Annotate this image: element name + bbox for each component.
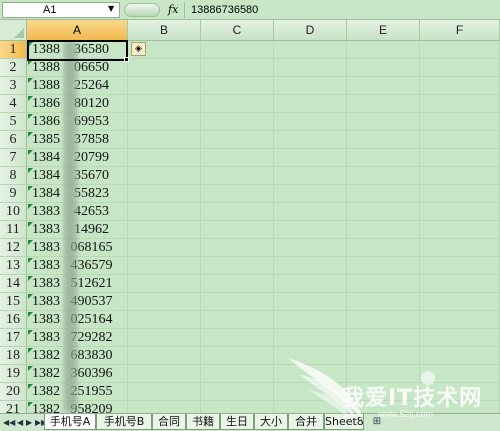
- row-header[interactable]: 20: [0, 383, 27, 401]
- number-as-text-warning-icon: [28, 132, 33, 137]
- sheet-tab[interactable]: 生日: [220, 414, 254, 430]
- row-header[interactable]: 17: [0, 329, 27, 347]
- name-box[interactable]: A1: [2, 2, 120, 18]
- number-as-text-warning-icon: [28, 384, 33, 389]
- row-header[interactable]: 14: [0, 275, 27, 293]
- select-all-button[interactable]: [0, 20, 27, 41]
- number-as-text-warning-icon: [28, 204, 33, 209]
- active-cell-border: [27, 40, 128, 61]
- number-as-text-warning-icon: [28, 258, 33, 263]
- column-header-d[interactable]: D: [274, 20, 347, 41]
- number-as-text-warning-icon: [28, 402, 33, 407]
- row-header[interactable]: 2: [0, 59, 27, 77]
- sheet-tab[interactable]: 合同: [152, 414, 186, 430]
- sheet-tab[interactable]: 合并: [288, 414, 324, 430]
- number-as-text-warning-icon: [28, 186, 33, 191]
- column-header-a[interactable]: A: [27, 20, 128, 41]
- watermark-url: www.52ij.com: [378, 409, 434, 419]
- row-header[interactable]: 6: [0, 131, 27, 149]
- number-as-text-warning-icon: [28, 276, 33, 281]
- sheet-tab[interactable]: 手机号A: [44, 414, 96, 430]
- number-as-text-warning-icon: [28, 222, 33, 227]
- sheet-tab[interactable]: 大小: [254, 414, 288, 430]
- column-header-c[interactable]: C: [201, 20, 274, 41]
- row-header[interactable]: 11: [0, 221, 27, 239]
- number-as-text-warning-icon: [28, 294, 33, 299]
- number-as-text-warning-icon: [28, 96, 33, 101]
- watermark-text: 我爱IT技术网: [342, 386, 483, 411]
- row-header[interactable]: 1: [0, 41, 27, 59]
- sheet-tab[interactable]: 手机号B: [96, 414, 152, 430]
- row-header[interactable]: 5: [0, 113, 27, 131]
- row-header[interactable]: 19: [0, 365, 27, 383]
- next-sheet-icon[interactable]: ▶: [26, 418, 32, 428]
- formula-input[interactable]: 13886736580: [184, 2, 500, 18]
- formula-bar-splitter[interactable]: [124, 3, 160, 17]
- column-header-e[interactable]: E: [347, 20, 420, 41]
- column-header-b[interactable]: B: [128, 20, 201, 41]
- error-options-icon[interactable]: ◈: [131, 42, 146, 56]
- row-header[interactable]: 8: [0, 167, 27, 185]
- prev-sheet-icon[interactable]: ◀: [17, 418, 23, 428]
- formula-bar: A1 ▼ fx 13886736580: [0, 0, 500, 20]
- row-header[interactable]: 18: [0, 347, 27, 365]
- number-as-text-warning-icon: [28, 366, 33, 371]
- row-header[interactable]: 10: [0, 203, 27, 221]
- grid-line: [127, 41, 128, 413]
- number-as-text-warning-icon: [28, 168, 33, 173]
- number-as-text-warning-icon: [28, 348, 33, 353]
- fill-handle[interactable]: [124, 57, 129, 62]
- row-header[interactable]: 3: [0, 77, 27, 95]
- row-header[interactable]: 13: [0, 257, 27, 275]
- row-header[interactable]: 7: [0, 149, 27, 167]
- number-as-text-warning-icon: [28, 78, 33, 83]
- number-as-text-warning-icon: [28, 150, 33, 155]
- number-as-text-warning-icon: [28, 240, 33, 245]
- sheet-tab[interactable]: 书籍: [186, 414, 220, 430]
- first-sheet-icon[interactable]: ◀◀: [3, 418, 15, 428]
- row-header[interactable]: 9: [0, 185, 27, 203]
- number-as-text-warning-icon: [28, 312, 33, 317]
- grid-line: [346, 41, 347, 413]
- row-header[interactable]: 12: [0, 239, 27, 257]
- number-as-text-warning-icon: [28, 114, 33, 119]
- chevron-down-icon[interactable]: ▼: [108, 2, 114, 16]
- grid-line: [200, 41, 201, 413]
- sheet-tab[interactable]: Sheet8: [324, 414, 364, 430]
- redaction-blur: [63, 42, 78, 412]
- grid-line: [273, 41, 274, 413]
- row-header[interactable]: 15: [0, 293, 27, 311]
- insert-function-icon[interactable]: fx: [168, 2, 178, 18]
- grid-line: [419, 41, 420, 413]
- select-all-icon: [14, 28, 24, 38]
- row-header[interactable]: 4: [0, 95, 27, 113]
- column-header-f[interactable]: F: [420, 20, 500, 41]
- number-as-text-warning-icon: [28, 330, 33, 335]
- row-header[interactable]: 16: [0, 311, 27, 329]
